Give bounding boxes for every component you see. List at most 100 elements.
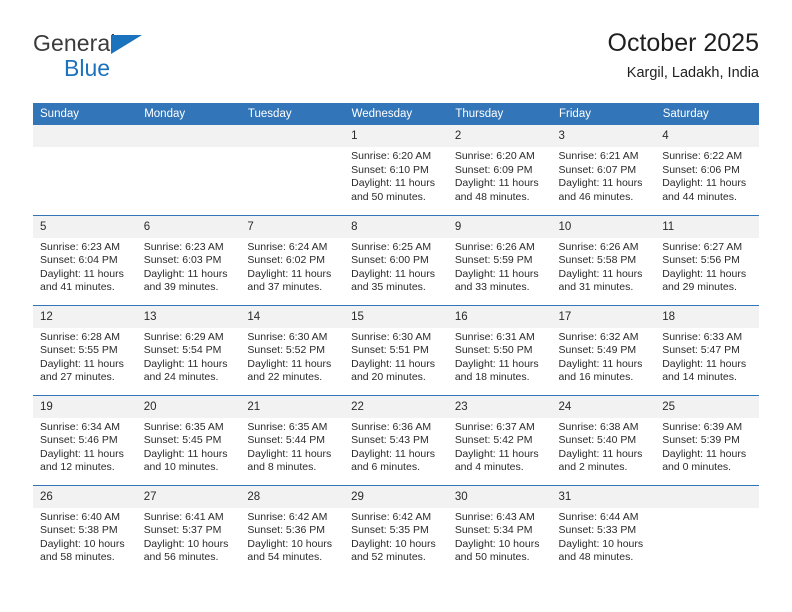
calendar-day-cell[interactable]: 5 Sunrise: 6:23 AM Sunset: 6:04 PM Daylight… [33,214,137,305]
sunset-text: Sunset: 5:51 PM [351,344,429,357]
calendar-day-cell[interactable]: 4 Sunrise: 6:22 AM Sunset: 6:06 PM Daylight… [655,125,759,215]
sunrise-text: Sunrise: 6:20 AM [351,150,432,162]
sunset-text: Sunset: 5:45 PM [143,434,222,447]
calendar-day-cell[interactable]: 23 Sunrise: 6:37 AM Sunset: 5:42 PM Dayligh… [447,394,552,485]
sunset-text: Sunset: 5:55 PM [40,344,118,357]
calendar-day-cell[interactable]: 21 Sunrise: 6:35 AM Sunset: 5:44 PM Dayligh… [240,394,345,485]
day-number: 2 [447,125,552,147]
calendar-day-cell[interactable]: 9 Sunrise: 6:26 AM Sunset: 5:59 PM Daylight… [447,214,552,305]
calendar-day-cell[interactable]: 1 Sunrise: 6:20 AM Sunset: 6:10 PM Daylight… [344,125,448,215]
sunset-text: Sunset: 5:36 PM [247,524,326,537]
daylight-text: Daylight: 11 hours and 27 minutes. [40,357,124,384]
day-details: Sunrise: 6:33 AM Sunset: 5:47 PM Daylight:… [655,328,759,385]
day-number: 31 [551,485,656,508]
sunrise-text: Sunrise: 6:30 AM [351,330,432,343]
calendar-day-cell[interactable]: 6 Sunrise: 6:23 AM Sunset: 6:03 PM Daylight… [136,214,241,305]
sunrise-text: Sunrise: 6:30 AM [247,330,328,343]
weekday-header-wednesday: Wednesday [344,103,449,125]
calendar-day-cell[interactable]: 19 Sunrise: 6:34 AM Sunset: 5:46 PM Dayligh… [33,394,137,485]
day-number: 7 [240,215,345,238]
daylight-text: Daylight: 10 hours and 48 minutes. [558,537,644,564]
calendar-day-cell[interactable]: 22 Sunrise: 6:36 AM Sunset: 5:43 PM Dayligh… [344,394,448,485]
sunset-text: Sunset: 6:09 PM [454,163,533,176]
day-details: Sunrise: 6:42 AM Sunset: 5:36 PM Daylight:… [240,508,344,565]
sunset-text: Sunset: 5:56 PM [662,254,740,267]
calendar-day-cell[interactable]: 25 Sunrise: 6:39 AM Sunset: 5:39 PM Dayligh… [655,394,759,485]
calendar-day-cell[interactable]: 20 Sunrise: 6:35 AM Sunset: 5:45 PM Dayligh… [136,394,241,485]
calendar-day-cell[interactable]: 28 Sunrise: 6:42 AM Sunset: 5:36 PM Dayligh… [240,484,345,575]
day-number: 24 [551,395,656,418]
sunrise-text: Sunrise: 6:21 AM [558,150,639,162]
calendar-day-cell[interactable]: 26 Sunrise: 6:40 AM Sunset: 5:38 PM Dayligh… [33,484,137,575]
calendar-day-cell[interactable]: 30 Sunrise: 6:43 AM Sunset: 5:34 PM Dayligh… [447,484,552,575]
weekday-header-thursday: Thursday [447,103,553,125]
calendar-day-cell[interactable]: 10 Sunrise: 6:26 AM Sunset: 5:58 PM Dayligh… [551,214,656,305]
day-details: Sunrise: 6:40 AM Sunset: 5:38 PM Daylight:… [33,508,137,565]
calendar-day-cell[interactable]: 8 Sunrise: 6:25 AM Sunset: 6:00 PM Daylight… [344,214,448,305]
calendar-day-cell-empty [655,484,759,575]
calendar-page: General Blue October 2025 Kargil, Ladakh… [0,0,792,612]
calendar-day-cell[interactable]: 12 Sunrise: 6:28 AM Sunset: 5:55 PM Dayligh… [33,304,137,395]
day-number: 8 [344,215,448,238]
day-details: Sunrise: 6:23 AM Sunset: 6:04 PM Daylight:… [33,238,137,295]
day-number [240,125,345,147]
calendar-day-cell[interactable]: 16 Sunrise: 6:31 AM Sunset: 5:50 PM Dayligh… [447,304,552,395]
sunset-text: Sunset: 6:00 PM [351,254,429,267]
daylight-text: Daylight: 11 hours and 46 minutes. [558,177,643,203]
general-blue-logo[interactable]: General Blue [33,32,253,88]
day-details: Sunrise: 6:37 AM Sunset: 5:42 PM Daylight:… [448,418,552,475]
day-details: Sunrise: 6:34 AM Sunset: 5:46 PM Daylight:… [33,418,137,475]
sunrise-text: Sunrise: 6:40 AM [40,510,120,523]
daylight-text: Daylight: 11 hours and 4 minutes. [454,447,539,474]
calendar-day-cell[interactable]: 11 Sunrise: 6:27 AM Sunset: 5:56 PM Dayligh… [655,214,759,305]
logo-text-blue: Blue [64,55,111,81]
daylight-text: Daylight: 11 hours and 12 minutes. [40,447,124,474]
sunset-text: Sunset: 5:46 PM [40,434,118,447]
calendar-day-cell[interactable]: 27 Sunrise: 6:41 AM Sunset: 5:37 PM Dayligh… [136,484,241,575]
sunrise-text: Sunrise: 6:42 AM [247,510,328,523]
day-number: 4 [655,125,759,147]
day-number: 19 [33,395,137,418]
logo-triangle-icon [111,35,142,54]
daylight-text: Daylight: 11 hours and 33 minutes. [454,267,539,294]
sunrise-text: Sunrise: 6:42 AM [351,510,432,523]
sunset-text: Sunset: 5:43 PM [351,434,429,447]
daylight-text: Daylight: 10 hours and 50 minutes. [454,537,540,564]
sunset-text: Sunset: 5:47 PM [662,344,740,357]
day-details: Sunrise: 6:44 AM Sunset: 5:33 PM Daylight:… [552,508,656,565]
calendar-day-cell[interactable]: 18 Sunrise: 6:33 AM Sunset: 5:47 PM Dayligh… [655,304,759,395]
title-block: October 2025 Kargil, Ladakh, India [608,28,760,83]
calendar-day-cell[interactable]: 24 Sunrise: 6:38 AM Sunset: 5:40 PM Dayligh… [551,394,656,485]
daylight-text: Daylight: 11 hours and 41 minutes. [40,267,124,294]
day-details: Sunrise: 6:26 AM Sunset: 5:58 PM Daylight:… [552,238,656,295]
calendar-day-cell[interactable]: 2 Sunrise: 6:20 AM Sunset: 6:09 PM Daylight… [447,125,552,215]
sunrise-text: Sunrise: 6:23 AM [40,240,120,253]
calendar-day-cell[interactable]: 3 Sunrise: 6:21 AM Sunset: 6:07 PM Daylight… [551,125,656,215]
calendar-day-cell[interactable]: 7 Sunrise: 6:24 AM Sunset: 6:02 PM Daylight… [240,214,345,305]
day-number: 25 [655,395,759,418]
calendar-day-cell[interactable]: 15 Sunrise: 6:30 AM Sunset: 5:51 PM Dayligh… [344,304,448,395]
daylight-text: Daylight: 11 hours and 39 minutes. [143,267,228,294]
daylight-text: Daylight: 11 hours and 8 minutes. [247,447,332,474]
calendar-day-cell[interactable]: 14 Sunrise: 6:30 AM Sunset: 5:52 PM Dayligh… [240,304,345,395]
day-number: 11 [655,215,759,238]
sunrise-text: Sunrise: 6:27 AM [662,240,743,253]
sunrise-text: Sunrise: 6:23 AM [143,240,224,253]
day-number: 26 [33,485,137,508]
sunset-text: Sunset: 5:58 PM [558,254,637,267]
calendar-day-cell[interactable]: 29 Sunrise: 6:42 AM Sunset: 5:35 PM Dayligh… [344,484,448,575]
day-details: Sunrise: 6:35 AM Sunset: 5:45 PM Daylight:… [137,418,241,475]
calendar-header-row: Sunday Monday Tuesday Wednesday Thursday… [33,103,760,125]
sunrise-text: Sunrise: 6:26 AM [454,240,535,253]
day-number: 13 [136,305,241,328]
sunrise-text: Sunrise: 6:41 AM [143,510,224,523]
calendar-day-cell[interactable]: 31 Sunrise: 6:44 AM Sunset: 5:33 PM Dayligh… [551,484,656,575]
sunset-text: Sunset: 6:07 PM [558,163,637,176]
location-subtitle: Kargil, Ladakh, India [626,65,759,81]
daylight-text: Daylight: 11 hours and 16 minutes. [558,357,643,384]
calendar-day-cell[interactable]: 13 Sunrise: 6:29 AM Sunset: 5:54 PM Dayligh… [136,304,241,395]
sunrise-text: Sunrise: 6:43 AM [454,510,535,523]
day-number: 9 [447,215,552,238]
day-number: 23 [447,395,552,418]
calendar-day-cell[interactable]: 17 Sunrise: 6:32 AM Sunset: 5:49 PM Dayligh… [551,304,656,395]
